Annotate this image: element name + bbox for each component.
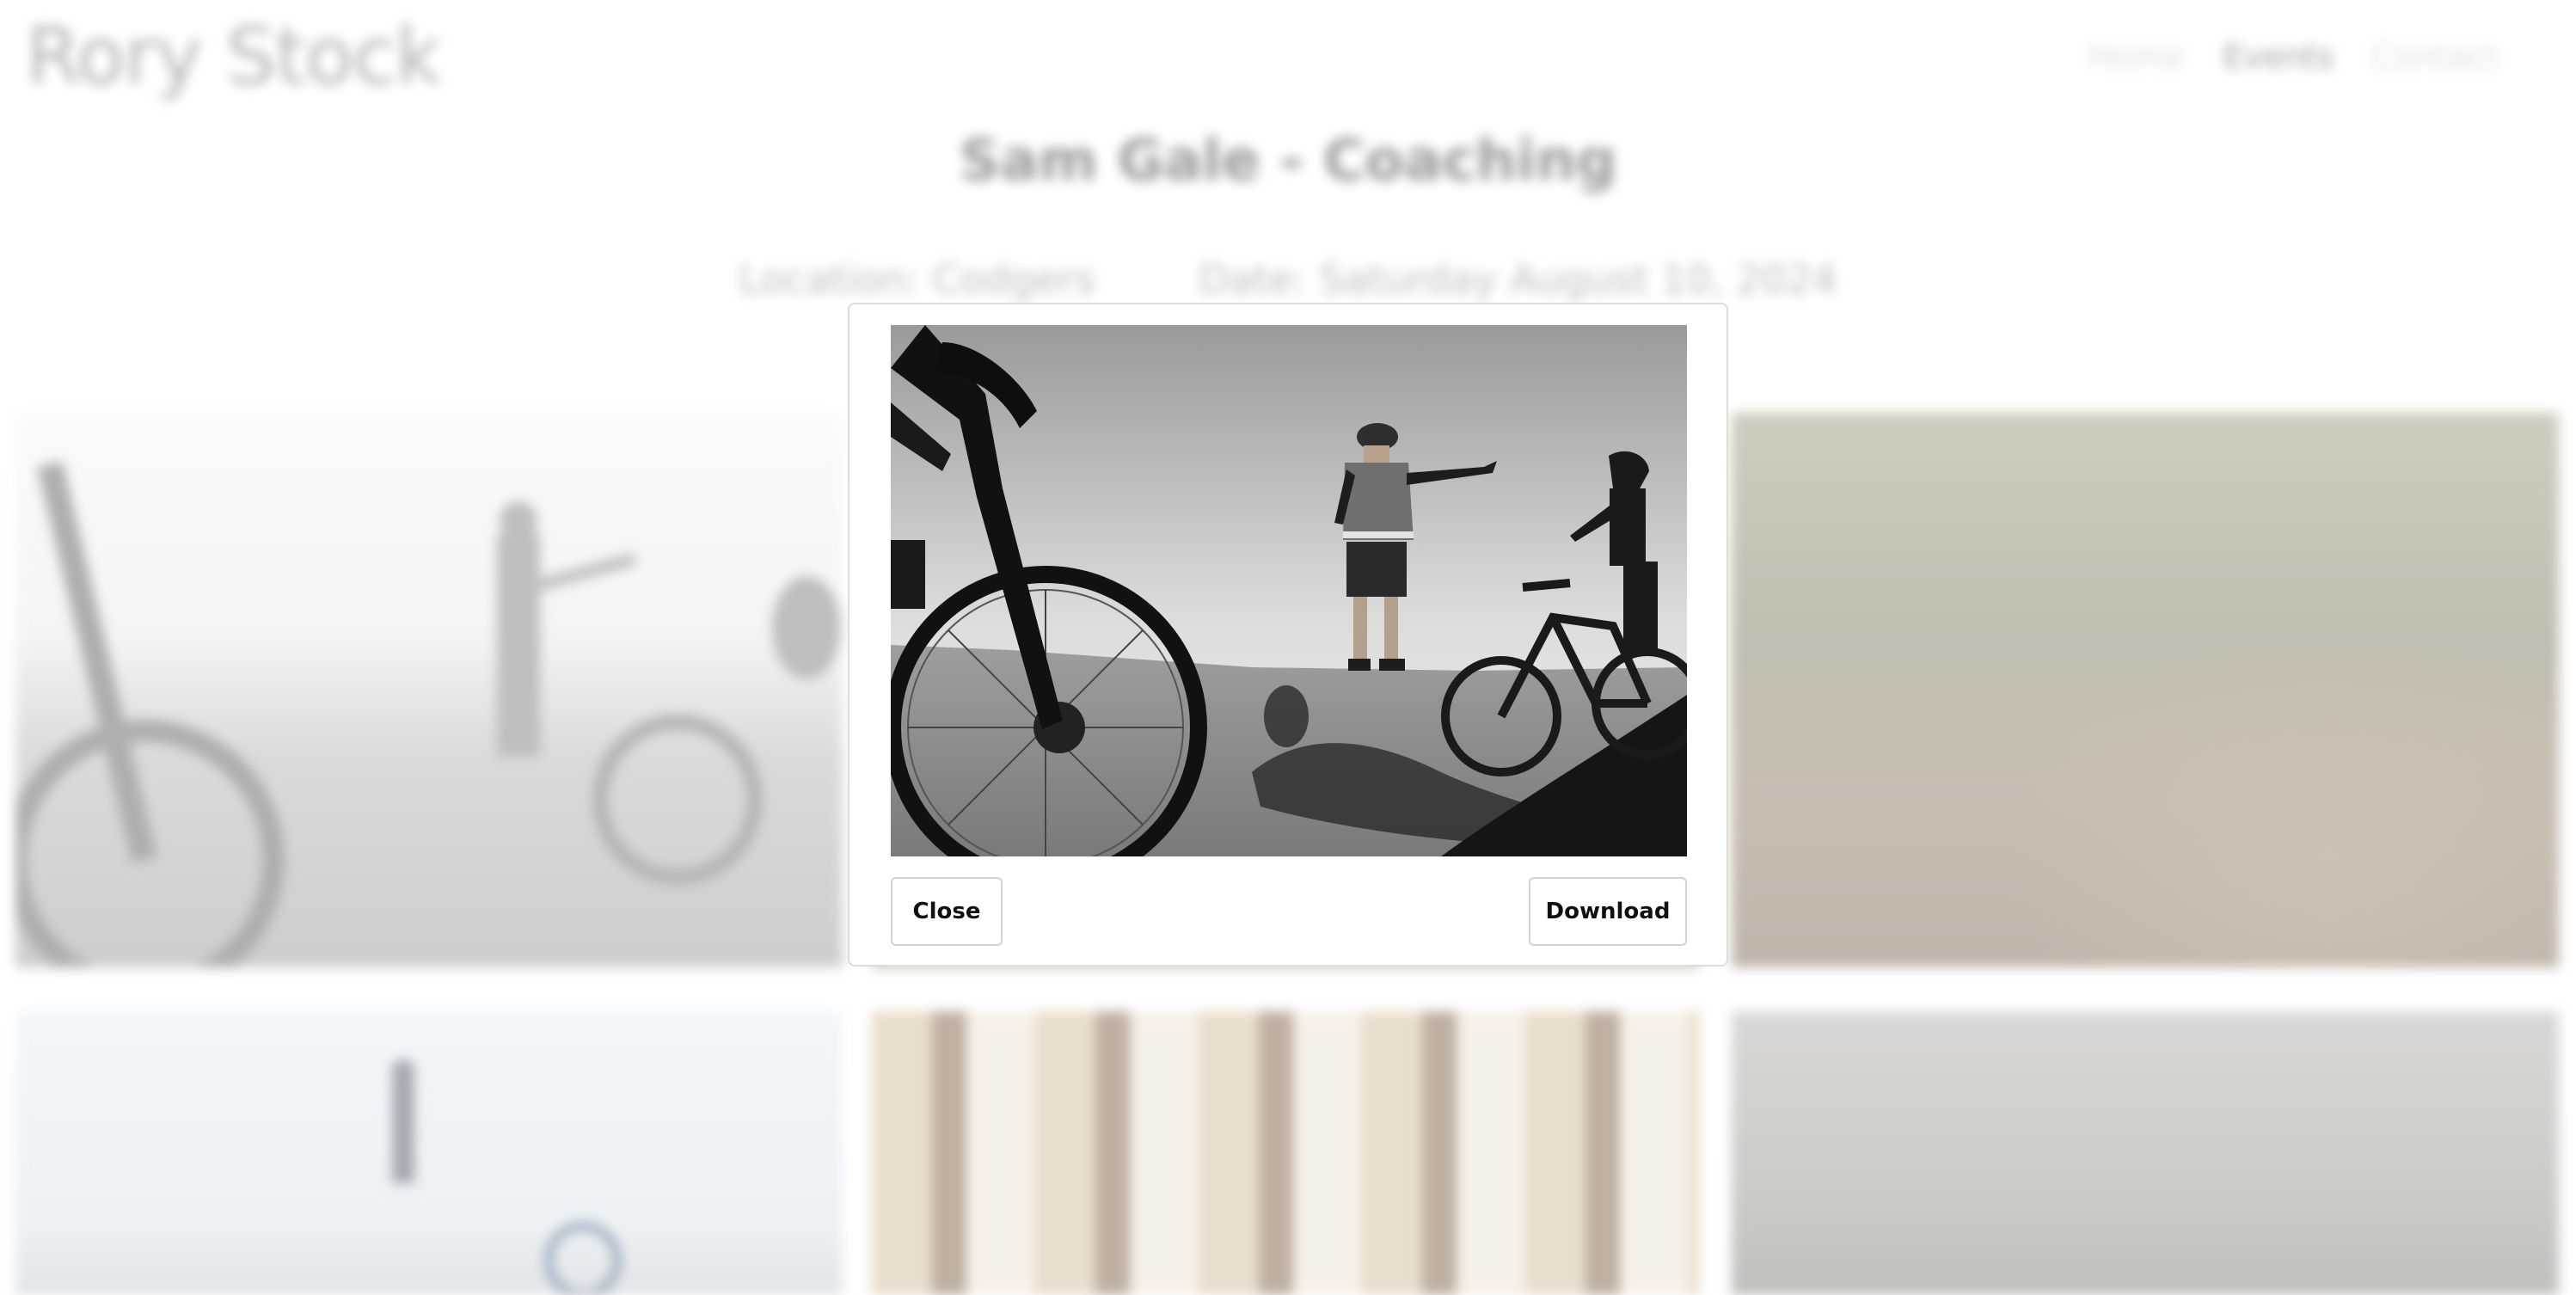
download-button[interactable]: Download [1529,877,1687,946]
gallery-photo-5[interactable] [872,1011,1699,1295]
event-title: Sam Gale - Coaching [959,127,1617,193]
gallery-photo-6[interactable] [1732,1011,2559,1295]
nav-events[interactable]: Events [2223,38,2334,76]
modal-photo [891,325,1687,856]
event-meta: Location: Codgers Date: Saturday August … [0,256,2576,303]
event-date: Date: Saturday August 10, 2024 [1199,256,1837,303]
gallery-photo-3[interactable] [1732,413,2559,967]
close-button[interactable]: Close [891,877,1003,946]
gallery-photo-4[interactable] [15,1011,843,1295]
site-title[interactable]: Rory Stock [26,10,441,102]
event-location: Location: Codgers [739,256,1096,303]
photo-modal: Close Download [848,303,1728,967]
gallery-photo-1[interactable] [15,413,843,967]
nav-contact[interactable]: Contact [2371,38,2499,76]
nav-home[interactable]: Home [2088,38,2185,76]
main-nav: Home Events Contact [2088,38,2499,76]
